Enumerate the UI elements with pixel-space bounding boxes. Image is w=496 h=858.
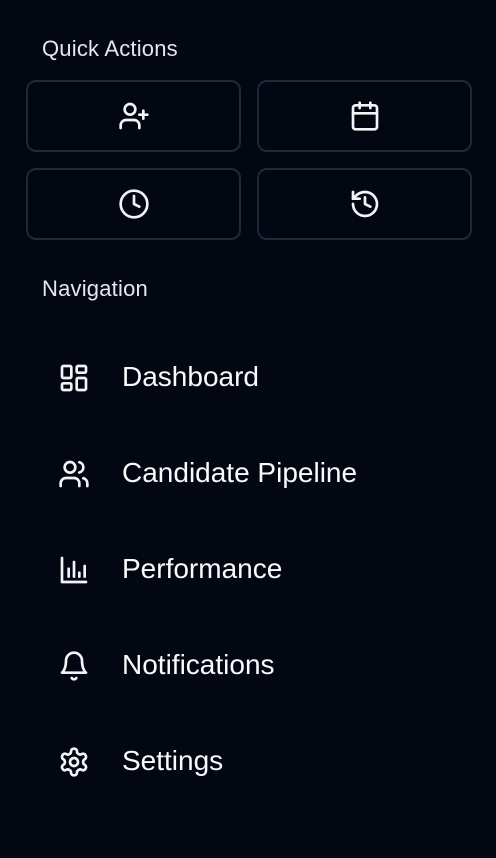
history-button[interactable] <box>257 168 472 240</box>
time-button[interactable] <box>26 168 241 240</box>
nav-item-settings[interactable]: Settings <box>0 712 496 808</box>
nav-item-label: Candidate Pipeline <box>122 457 358 488</box>
nav-item-label: Performance <box>122 553 283 584</box>
nav-item-notifications[interactable]: Notifications <box>0 616 496 712</box>
clock-icon <box>118 189 149 219</box>
history-icon <box>351 190 378 218</box>
add-candidate-button[interactable] <box>26 80 241 152</box>
gear-icon <box>60 747 88 777</box>
user-plus-icon <box>118 102 149 130</box>
quick-actions-grid <box>26 80 472 240</box>
navigation-title: Navigation <box>42 276 148 301</box>
calendar-icon <box>351 101 378 131</box>
bar-chart-icon <box>60 556 88 584</box>
bell-icon <box>60 651 88 681</box>
navigation-list: Dashboard Candidate Pipeline Performance <box>0 328 496 808</box>
schedule-button[interactable] <box>257 80 472 152</box>
nav-item-label: Settings <box>122 745 224 776</box>
nav-item-label: Notifications <box>122 649 275 680</box>
dashboard-icon <box>60 364 88 392</box>
nav-item-label: Dashboard <box>122 361 259 392</box>
quick-actions-title: Quick Actions <box>42 36 178 61</box>
nav-item-dashboard[interactable]: Dashboard <box>0 328 496 424</box>
users-icon <box>59 460 89 488</box>
nav-item-candidate-pipeline[interactable]: Candidate Pipeline <box>0 424 496 520</box>
nav-item-performance[interactable]: Performance <box>0 520 496 616</box>
